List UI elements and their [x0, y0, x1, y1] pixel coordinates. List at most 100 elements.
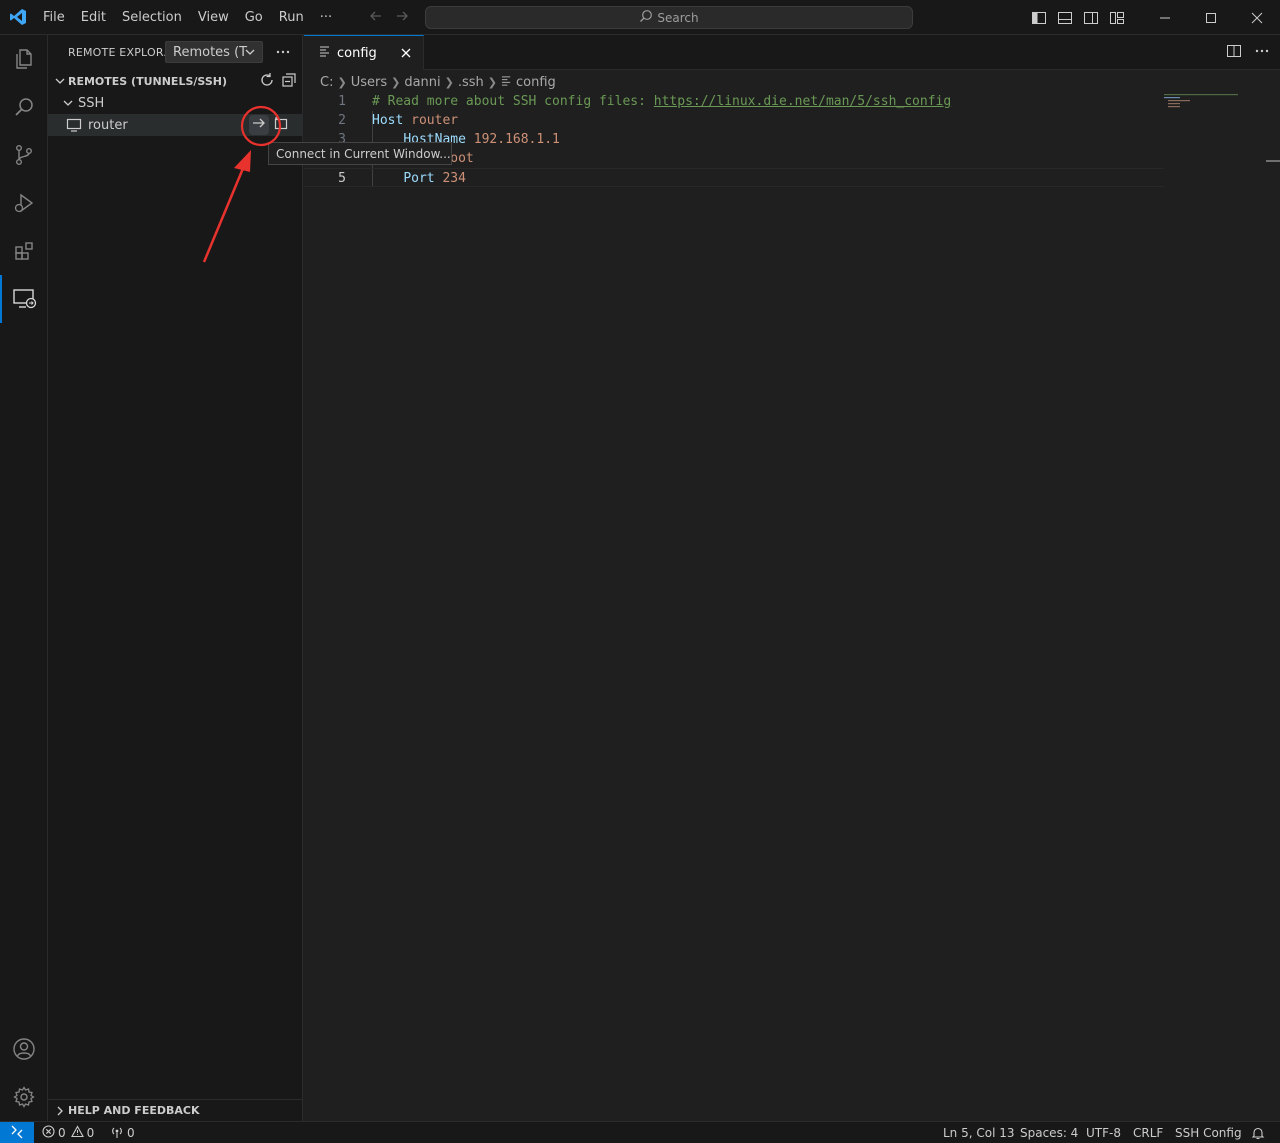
menu-bar: File Edit Selection View Go Run ··· [35, 0, 340, 35]
customize-layout-icon[interactable] [1104, 0, 1130, 35]
tab-label: config [337, 45, 377, 61]
menu-selection[interactable]: Selection [114, 0, 190, 35]
editor-actions [1226, 35, 1270, 70]
indentation-status[interactable]: Spaces: 4 [1020, 1122, 1078, 1143]
close-icon[interactable] [397, 44, 415, 62]
code-line: 2 Host router [304, 111, 1164, 130]
breadcrumb-item[interactable]: danni [404, 75, 440, 90]
remotes-section-title: REMOTES (TUNNELS/SSH) [68, 74, 227, 88]
more-actions-icon[interactable] [272, 41, 294, 63]
remote-explorer-icon[interactable] [0, 275, 48, 323]
problems-status[interactable]: 0 0 [42, 1122, 94, 1143]
extensions-icon[interactable] [0, 227, 48, 275]
help-feedback-section-header[interactable]: HELP AND FEEDBACK [48, 1099, 303, 1121]
code-line-current: 5 Port 234 [304, 168, 1164, 187]
editor-tab-bar: config [304, 35, 1280, 70]
breadcrumb-item[interactable]: C: [320, 75, 333, 90]
manage-gear-icon[interactable] [0, 1073, 48, 1121]
help-feedback-title: HELP AND FEEDBACK [68, 1104, 200, 1117]
notifications-bell-icon[interactable] [1251, 1122, 1265, 1143]
sidebar-title: REMOTE EXPLOR... [68, 46, 175, 59]
breadcrumb-item[interactable]: .ssh [458, 75, 484, 90]
toggle-secondary-sidebar-icon[interactable] [1078, 0, 1104, 35]
warning-icon [70, 1125, 84, 1141]
toggle-primary-sidebar-icon[interactable] [1026, 0, 1052, 35]
breadcrumb-item[interactable]: config [516, 75, 556, 90]
menu-run[interactable]: Run [271, 0, 312, 35]
eol-status[interactable]: CRLF [1133, 1122, 1163, 1143]
accounts-icon[interactable] [0, 1025, 48, 1073]
line-number: 5 [338, 171, 346, 186]
run-and-debug-icon[interactable] [0, 179, 48, 227]
error-icon [42, 1125, 55, 1141]
search-icon [639, 9, 653, 26]
remote-indicator-icon [10, 1125, 24, 1142]
toggle-panel-icon[interactable] [1052, 0, 1078, 35]
remotes-type-value: Remotes (T [173, 44, 248, 60]
collapse-all-icon[interactable] [281, 72, 297, 91]
minimize-window-icon[interactable] [1142, 0, 1188, 35]
refresh-icon[interactable] [259, 72, 275, 91]
explorer-icon[interactable] [0, 35, 48, 83]
value: router [411, 113, 459, 128]
line-text: Port 234 [372, 169, 466, 188]
section-actions [259, 72, 297, 91]
chevron-right-icon: ❯ [391, 75, 401, 89]
tooltip-text: Connect in Current Window... [276, 146, 451, 161]
cursor-position-status[interactable]: Ln 5, Col 13 [943, 1122, 1015, 1143]
tree-item-ssh[interactable]: SSH [48, 92, 303, 114]
close-window-icon[interactable] [1234, 0, 1280, 35]
code-editor[interactable]: 1 # Read more about SSH config files: ht… [304, 92, 1164, 187]
chevron-right-icon: ❯ [444, 75, 454, 89]
source-control-icon[interactable] [0, 131, 48, 179]
language-mode-status[interactable]: SSH Config [1175, 1122, 1242, 1143]
connect-new-window-button[interactable] [271, 115, 291, 135]
file-lines-icon [501, 75, 512, 90]
comment-text: # Read more about SSH config files: [372, 94, 654, 109]
minimap[interactable] [1164, 92, 1242, 112]
remotes-type-dropdown[interactable]: Remotes (T [165, 41, 263, 63]
connect-current-window-button[interactable] [249, 115, 269, 135]
split-editor-icon[interactable] [1226, 43, 1242, 63]
menu-go[interactable]: Go [237, 0, 271, 35]
value: 234 [442, 171, 466, 186]
menu-view[interactable]: View [190, 0, 237, 35]
arrow-right-icon [251, 115, 267, 135]
forward-arrow-icon[interactable] [394, 8, 410, 28]
search-view-icon[interactable] [0, 83, 48, 131]
ports-status[interactable]: 0 [110, 1122, 135, 1143]
warning-count: 0 [86, 1126, 95, 1140]
new-window-icon [273, 115, 289, 135]
value: oot [450, 151, 474, 166]
vscode-logo-icon [0, 0, 35, 35]
line-number: 1 [338, 94, 346, 109]
maximize-window-icon[interactable] [1188, 0, 1234, 35]
tab-config[interactable]: config [304, 35, 424, 70]
breadcrumb-item[interactable]: Users [351, 75, 387, 90]
router-row-actions [249, 115, 291, 135]
connect-tooltip: Connect in Current Window... [268, 142, 452, 165]
tree-item-router[interactable]: router [48, 114, 303, 136]
encoding-status[interactable]: UTF-8 [1086, 1122, 1121, 1143]
breadcrumb: C: ❯ Users ❯ danni ❯ .ssh ❯ config [320, 71, 556, 93]
more-actions-icon[interactable] [1254, 43, 1270, 63]
command-center-search[interactable]: Search [425, 6, 913, 29]
back-arrow-icon[interactable] [368, 8, 384, 28]
ports-count: 0 [127, 1126, 135, 1140]
sidebar-header: REMOTE EXPLOR... Remotes (T [48, 35, 302, 70]
chevron-down-icon [62, 97, 78, 109]
menu-edit[interactable]: Edit [73, 0, 114, 35]
error-count: 0 [58, 1126, 66, 1140]
chevron-right-icon [54, 1105, 68, 1117]
ssh-config-link[interactable]: https://linux.die.net/man/5/ssh_config [654, 94, 951, 109]
menu-file[interactable]: File [35, 0, 73, 35]
activity-bar [0, 35, 48, 1121]
ssh-group-label: SSH [78, 95, 105, 111]
line-number: 2 [338, 113, 346, 128]
value: 192.168.1.1 [473, 132, 560, 147]
menu-more[interactable]: ··· [312, 0, 340, 35]
remote-indicator-button[interactable] [0, 1122, 34, 1143]
remotes-section-header[interactable]: REMOTES (TUNNELS/SSH) [48, 70, 303, 92]
code-line: 1 # Read more about SSH config files: ht… [304, 92, 1164, 111]
file-lines-icon [319, 45, 331, 61]
